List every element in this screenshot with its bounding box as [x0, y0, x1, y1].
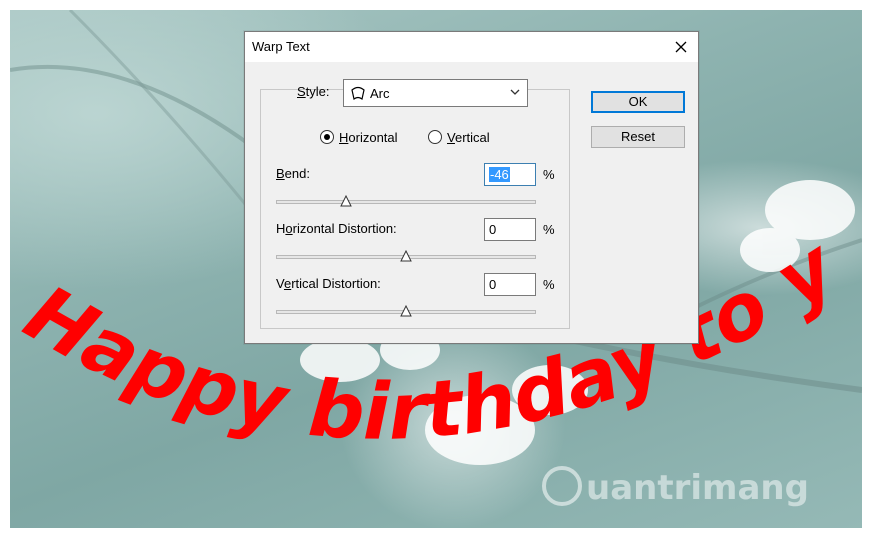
- ok-button[interactable]: OK: [591, 91, 685, 113]
- close-button[interactable]: [664, 32, 698, 62]
- horizontal-distortion-slider-thumb[interactable]: [400, 250, 412, 262]
- watermark-text: uantrimang: [586, 468, 809, 508]
- vertical-distortion-slider[interactable]: [276, 305, 536, 319]
- horizontal-radio-circle: [320, 130, 334, 144]
- horizontal-distortion-percent: %: [543, 222, 555, 237]
- bend-slider-track: [276, 200, 536, 204]
- vertical-distortion-slider-thumb[interactable]: [400, 305, 412, 317]
- bend-label: Bend:: [276, 166, 310, 181]
- dialog-title: Warp Text: [252, 39, 310, 54]
- bend-slider-thumb[interactable]: [340, 195, 352, 207]
- horizontal-distortion-label: Horizontal Distortion:: [276, 221, 397, 236]
- chevron-down-icon: [510, 89, 520, 95]
- bend-slider[interactable]: [276, 195, 536, 209]
- dialog-titlebar: Warp Text: [245, 32, 698, 62]
- vertical-distortion-input[interactable]: 0: [484, 273, 536, 296]
- horizontal-distortion-slider[interactable]: [276, 250, 536, 264]
- vertical-radio[interactable]: Vertical: [428, 128, 490, 146]
- style-label: Style:: [297, 84, 330, 99]
- close-icon: [675, 41, 687, 53]
- reset-button[interactable]: Reset: [591, 126, 685, 148]
- vertical-radio-circle: [428, 130, 442, 144]
- horizontal-radio[interactable]: Horizontal: [320, 128, 398, 146]
- vertical-distortion-percent: %: [543, 277, 555, 292]
- horizontal-radio-label: Horizontal: [339, 129, 398, 145]
- style-dropdown[interactable]: Arc: [343, 79, 528, 107]
- watermark-logo-icon: [542, 466, 582, 506]
- arc-warp-icon: [351, 86, 365, 101]
- style-value: Arc: [370, 86, 390, 101]
- vertical-distortion-label: Vertical Distortion:: [276, 276, 381, 291]
- bend-percent: %: [543, 167, 555, 182]
- horizontal-distortion-input[interactable]: 0: [484, 218, 536, 241]
- warp-text-dialog: Warp Text Style: Arc Horizontal Vertical…: [244, 31, 699, 344]
- vertical-radio-label: Vertical: [447, 129, 490, 145]
- bend-input[interactable]: -46: [484, 163, 536, 186]
